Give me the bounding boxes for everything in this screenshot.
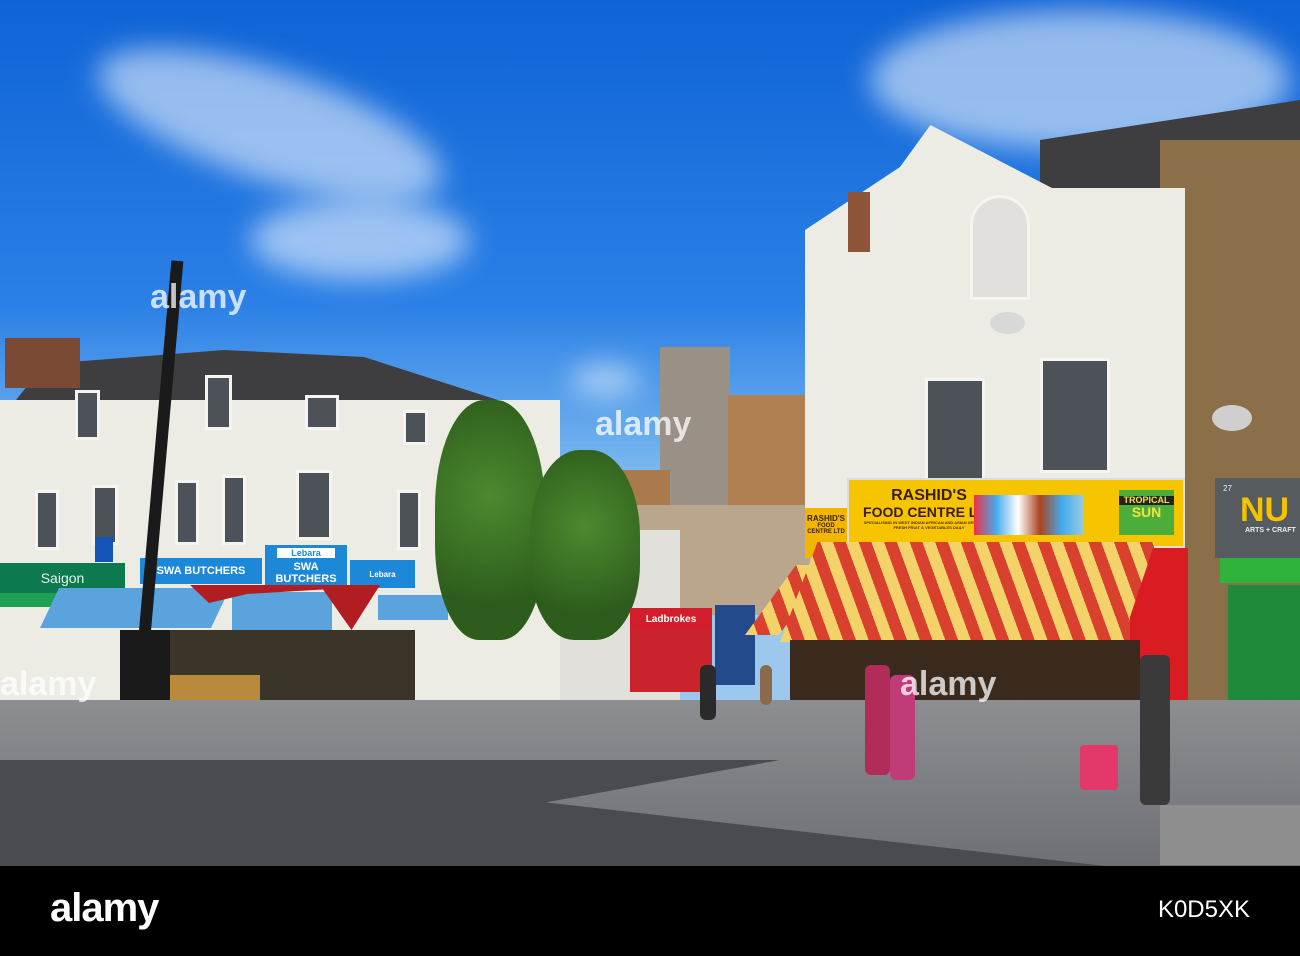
- window: [205, 375, 232, 430]
- lebara-logo: Lebara: [277, 548, 335, 558]
- blue-door: [715, 605, 755, 685]
- nu-name: NU: [1240, 491, 1290, 529]
- window: [305, 395, 339, 430]
- tree: [530, 450, 640, 640]
- window: [35, 490, 59, 550]
- satellite-dish-icon: [990, 312, 1025, 334]
- watermark-bar: alamy K0D5XK: [0, 866, 1300, 956]
- window: [925, 378, 985, 483]
- window: [222, 475, 246, 545]
- pedestrian: [865, 665, 890, 775]
- product-images: [974, 495, 1084, 535]
- pedestrian: [1140, 655, 1170, 805]
- swa-butchers-label: SWA BUTCHERS: [275, 561, 337, 585]
- chimney: [5, 338, 80, 388]
- window: [75, 390, 100, 440]
- window: [397, 490, 421, 550]
- rashids-side-title: RASHID'S: [807, 514, 845, 523]
- alamy-logo: alamy: [50, 886, 159, 930]
- nu-sign: 27 NU ARTS + CRAFT: [1215, 478, 1300, 558]
- shopping-trolley: [1080, 745, 1118, 790]
- window: [175, 480, 199, 545]
- blue-awning: [232, 592, 332, 630]
- chimney: [848, 192, 870, 252]
- ladbrokes-sign: Ladbrokes: [630, 608, 712, 630]
- nu-subtitle: ARTS + CRAFT: [1245, 527, 1296, 534]
- image-id: K0D5XK: [1157, 896, 1250, 923]
- watermark: alamy: [900, 665, 997, 703]
- watermark: alamy: [595, 405, 692, 443]
- swa-butchers-sign: SWA BUTCHERS: [140, 558, 262, 584]
- window: [403, 410, 428, 445]
- window: [92, 485, 118, 545]
- cloud: [570, 365, 640, 395]
- pedestrian: [760, 665, 772, 705]
- rashids-main-sign: RASHID'S FOOD CENTRE LTD SPECIALISING IN…: [847, 478, 1185, 548]
- lebara-sign: Lebara: [350, 560, 415, 588]
- one-way-sign-icon: [95, 537, 113, 562]
- rashids-side-subtitle: FOOD CENTRE LTD: [807, 523, 845, 535]
- tropical-sun-logo: TROPICAL SUN: [1119, 490, 1174, 535]
- tropical-sun-label-2: SUN: [1131, 504, 1162, 520]
- street-scene: Saigon SWA BUTCHERS Lebara SWA BUTCHERS …: [0, 0, 1300, 866]
- arched-window: [970, 195, 1030, 300]
- cloud: [250, 200, 470, 280]
- satellite-dish-icon: [1212, 405, 1252, 431]
- swa-butchers-main-sign: Lebara SWA BUTCHERS FRESH MEAT & VEGETAB…: [265, 545, 347, 590]
- bench: [1160, 805, 1300, 865]
- striped-awning: [780, 542, 1155, 642]
- window: [1040, 358, 1110, 473]
- blue-awning: [378, 595, 448, 620]
- tree: [435, 400, 545, 640]
- nu-stripe: [1220, 558, 1300, 583]
- cloud: [81, 17, 459, 233]
- window: [296, 470, 332, 540]
- watermark: alamy: [0, 665, 97, 703]
- watermark: alamy: [150, 278, 247, 316]
- brick-block: [728, 395, 808, 505]
- pedestrian: [700, 665, 716, 720]
